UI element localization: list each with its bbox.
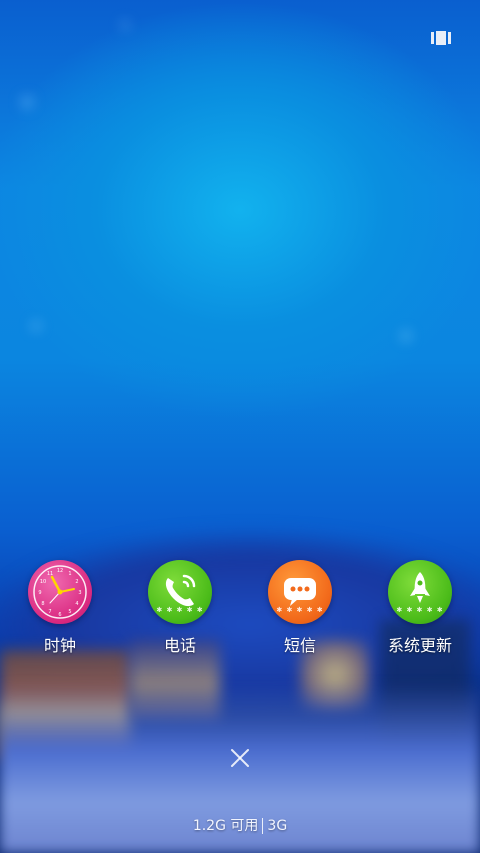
- app-clock[interactable]: 12 3 6 9 1 2 4 5 7 8 10 11 时钟: [0, 560, 120, 660]
- app-system-update[interactable]: ✱ ✱ ✱ ✱ ✱ 系统更新: [360, 560, 480, 660]
- wallpaper-bokeh: [20, 95, 34, 109]
- app-messages-label: 短信: [283, 636, 316, 655]
- svg-text:10: 10: [40, 579, 46, 585]
- recents-icon: [436, 31, 446, 45]
- app-system-update-label: 系统更新: [387, 636, 452, 655]
- clock-icon: 12 3 6 9 1 2 4 5 7 8 10 11: [28, 560, 92, 624]
- recents-icon-left: [431, 32, 434, 44]
- close-all-button[interactable]: [222, 740, 258, 776]
- phone-icon: ✱ ✱ ✱ ✱ ✱: [148, 560, 212, 624]
- phone-glyph: [165, 574, 196, 607]
- recents-screen: 12 3 6 9 1 2 4 5 7 8 10 11 时钟 ✱ ✱ ✱ ✱ ✱ …: [0, 0, 480, 853]
- clock-face: 12 3 6 9 1 2 4 5 7 8 10 11: [33, 565, 87, 619]
- svg-text:7: 7: [48, 609, 51, 615]
- phone-icon-snow: ✱ ✱ ✱ ✱ ✱: [156, 606, 204, 614]
- svg-text:5: 5: [68, 609, 71, 615]
- svg-text:12: 12: [57, 568, 63, 574]
- wallpaper-bokeh: [120, 20, 130, 30]
- memory-status: 1.2G 可用 3G: [0, 816, 480, 836]
- app-messages[interactable]: ✱ ✱ ✱ ✱ ✱ 短信: [240, 560, 360, 660]
- message-icon-snow: ✱ ✱ ✱ ✱ ✱: [276, 606, 324, 614]
- app-phone-label: 电话: [163, 636, 196, 655]
- svg-text:8: 8: [41, 601, 44, 607]
- memory-status-divider: [262, 818, 264, 834]
- svg-text:3: 3: [78, 590, 81, 596]
- svg-text:9: 9: [38, 590, 41, 596]
- wallpaper-bokeh: [400, 330, 412, 342]
- app-phone[interactable]: ✱ ✱ ✱ ✱ ✱ 电话: [120, 560, 240, 660]
- wallpaper-bokeh: [30, 320, 42, 332]
- network-type-text: 3G: [267, 818, 288, 834]
- recents-button[interactable]: [431, 31, 451, 45]
- message-glyph: [284, 578, 316, 606]
- message-icon: ✱ ✱ ✱ ✱ ✱: [268, 560, 332, 624]
- close-icon: [231, 749, 249, 767]
- svg-text:2: 2: [75, 579, 78, 585]
- svg-text:1: 1: [68, 571, 71, 577]
- memory-available-text: 1.2G 可用: [192, 818, 259, 834]
- svg-text:6: 6: [58, 612, 61, 618]
- recent-apps-row: 12 3 6 9 1 2 4 5 7 8 10 11 时钟 ✱ ✱ ✱ ✱ ✱ …: [0, 560, 480, 660]
- rocket-icon: ✱ ✱ ✱ ✱ ✱: [388, 560, 452, 624]
- rocket-icon-snow: ✱ ✱ ✱ ✱ ✱: [396, 606, 444, 614]
- rocket-glyph: [410, 572, 430, 603]
- app-clock-label: 时钟: [43, 636, 76, 655]
- svg-text:4: 4: [75, 601, 78, 607]
- recents-icon-right: [448, 32, 451, 44]
